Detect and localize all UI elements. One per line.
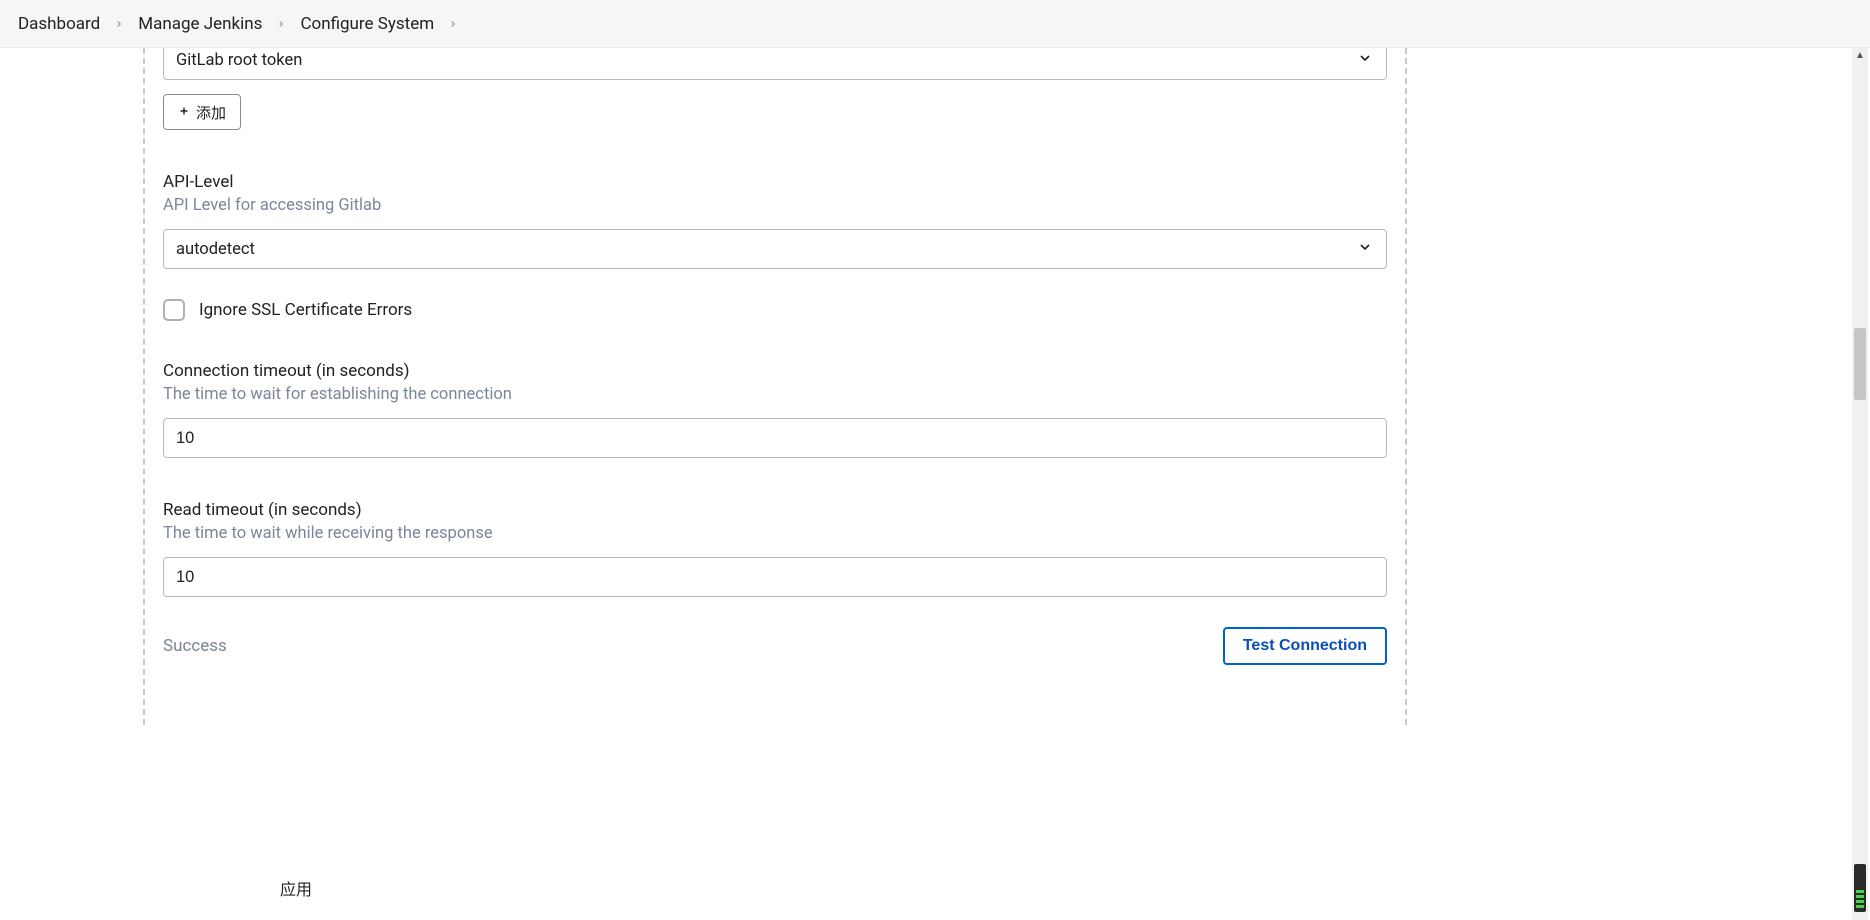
save-button[interactable]: 保存: [166, 866, 234, 910]
add-button-label: 添加: [196, 102, 226, 123]
test-connection-button[interactable]: Test Connection: [1223, 627, 1387, 665]
connection-status-text: Success: [163, 636, 227, 656]
breadcrumb: Dashboard Manage Jenkins Configure Syste…: [0, 0, 1870, 48]
ignore-ssl-checkbox[interactable]: [163, 299, 185, 321]
read-timeout-label: Read timeout (in seconds): [163, 500, 1387, 520]
credentials-select-value: GitLab root token: [176, 51, 302, 70]
ignore-ssl-label: Ignore SSL Certificate Errors: [199, 300, 412, 320]
connection-timeout-input[interactable]: [163, 418, 1387, 458]
form-sticky-bar: 保存 应用: [130, 856, 1420, 920]
scrollbar-thumb[interactable]: [1854, 328, 1866, 400]
add-credentials-button[interactable]: 添加: [163, 94, 241, 130]
chevron-right-icon: [276, 19, 286, 29]
read-timeout-desc: The time to wait while receiving the res…: [163, 524, 1387, 543]
vertical-scrollbar[interactable]: ▲: [1852, 48, 1868, 920]
chevron-right-icon: [448, 19, 458, 29]
credentials-select[interactable]: GitLab root token: [163, 48, 1387, 80]
apply-button[interactable]: 应用: [276, 866, 316, 910]
api-level-select[interactable]: autodetect: [163, 229, 1387, 269]
breadcrumb-item-configure-system[interactable]: Configure System: [300, 14, 434, 34]
audio-levels-icon: [1854, 864, 1866, 912]
scroll-up-arrow-icon[interactable]: ▲: [1852, 50, 1868, 61]
chevron-right-icon: [114, 19, 124, 29]
breadcrumb-item-manage-jenkins[interactable]: Manage Jenkins: [138, 14, 262, 34]
breadcrumb-item-dashboard[interactable]: Dashboard: [18, 14, 100, 34]
plus-icon: [178, 104, 190, 121]
api-level-label: API-Level: [163, 172, 1387, 192]
api-level-desc: API Level for accessing Gitlab: [163, 196, 1387, 215]
connection-timeout-label: Connection timeout (in seconds): [163, 361, 1387, 381]
read-timeout-input[interactable]: [163, 557, 1387, 597]
connection-timeout-desc: The time to wait for establishing the co…: [163, 385, 1387, 404]
config-form-panel: GitLab root token 添加 API-Level API Level…: [143, 48, 1407, 725]
api-level-select-value: autodetect: [176, 240, 255, 259]
